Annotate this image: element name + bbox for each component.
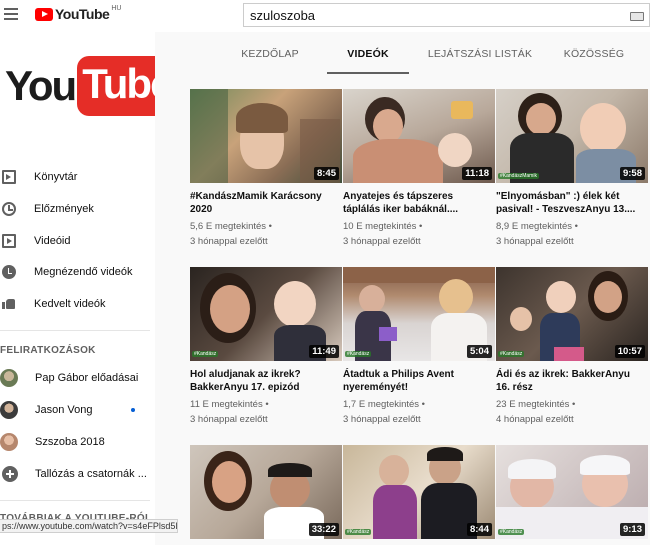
library-icon xyxy=(2,170,16,184)
video-duration: 10:57 xyxy=(614,345,645,358)
sidebar-item-library[interactable]: Könyvtár xyxy=(0,162,155,192)
video-duration: 9:58 xyxy=(619,167,645,180)
subscriptions-heading: FELIRATKOZÁSOK xyxy=(0,345,96,356)
menu-icon[interactable] xyxy=(4,8,18,20)
watch-later-icon xyxy=(2,265,16,279)
sidebar-item-label: Megnézendő videók xyxy=(34,266,133,278)
video-duration: 33:22 xyxy=(308,523,339,536)
tab-playlists[interactable]: LEJÁTSZÁSI LISTÁK xyxy=(425,32,535,74)
video-thumbnail[interactable]: #KandászMamik 9:58 xyxy=(496,89,648,183)
channel-banner-logo: You Tube xyxy=(5,54,155,118)
video-age: 4 hónappal ezelőtt xyxy=(496,414,574,425)
history-icon xyxy=(2,202,16,216)
video-age: 3 hónappal ezelőtt xyxy=(343,414,421,425)
your-videos-icon xyxy=(2,234,16,248)
avatar xyxy=(0,433,18,451)
video-thumbnail[interactable]: 33:22 xyxy=(190,445,342,539)
youtube-logo-text: YouTube xyxy=(55,6,110,22)
video-age: 3 hónappal ezelőtt xyxy=(190,414,268,425)
avatar xyxy=(0,369,18,387)
logo-you-text: You xyxy=(5,62,77,109)
video-thumbnail[interactable]: #Kandász 9:13 xyxy=(496,445,648,539)
video-title[interactable]: "Elnyomásban" :) élek két pasival! - Tes… xyxy=(496,190,646,216)
video-title[interactable]: Hol aludjanak az ikrek? BakkerAnyu 17. e… xyxy=(190,368,340,394)
video-thumbnail[interactable]: #Kandász 10:57 xyxy=(496,267,648,361)
search-input[interactable]: szuloszoba xyxy=(243,3,650,27)
youtube-play-icon xyxy=(35,7,53,21)
watermark: #Kandász xyxy=(192,351,219,357)
video-thumbnail[interactable]: 11:18 xyxy=(343,89,495,183)
sidebar-item-label: Előzmények xyxy=(34,203,94,215)
video-title[interactable]: Ádi és az ikrek: BakkerAnyu 16. rész xyxy=(496,368,646,394)
subscription-label: Szszoba 2018 xyxy=(35,436,105,448)
video-duration: 8:45 xyxy=(313,167,339,180)
sidebar-item-liked-videos[interactable]: Kedvelt videók xyxy=(0,289,155,319)
watermark: #KandászMamik xyxy=(498,173,539,179)
subscription-label: Jason Vong xyxy=(35,404,93,416)
video-views: 10 E megtekintés • xyxy=(343,221,423,232)
video-duration: 11:18 xyxy=(462,167,492,180)
sidebar-item-your-videos[interactable]: Videóid xyxy=(0,226,155,256)
video-title[interactable]: Átadtuk a Philips Avent nyereményét! xyxy=(343,368,493,394)
channel-content: KEZDŐLAP VIDEÓK LEJÁTSZÁSI LISTÁK KÖZÖSS… xyxy=(155,32,650,545)
watermark: #Kandász xyxy=(345,529,372,535)
video-views: 11 E megtekintés • xyxy=(190,399,269,410)
top-header: YouTube HU szuloszoba xyxy=(0,0,650,32)
video-title[interactable]: #KandászMamik Karácsony 2020 xyxy=(190,190,340,216)
tab-videos[interactable]: VIDEÓK xyxy=(327,32,409,74)
sidebar-item-label: Videóid xyxy=(34,235,71,247)
country-code: HU xyxy=(111,4,122,12)
subscription-label: Tallózás a csatornák ... xyxy=(35,468,147,480)
sidebar-item-label: Könyvtár xyxy=(34,171,78,183)
tab-community[interactable]: KÖZÖSSÉG xyxy=(555,32,633,74)
video-views: 23 E megtekintés • xyxy=(496,399,576,410)
video-views: 1,7 E megtekintés • xyxy=(343,399,426,410)
tab-home[interactable]: KEZDŐLAP xyxy=(235,32,305,74)
subscription-label: Pap Gábor előadásai xyxy=(35,372,139,384)
subscription-item[interactable]: Pap Gábor előadásai xyxy=(0,363,155,393)
sidebar-divider xyxy=(0,330,150,331)
sidebar-item-history[interactable]: Előzmények xyxy=(0,194,155,224)
video-thumbnail[interactable]: 8:45 xyxy=(190,89,342,183)
video-age: 3 hónappal ezelőtt xyxy=(496,236,574,247)
sidebar-item-watch-later[interactable]: Megnézendő videók xyxy=(0,257,155,287)
video-age: 3 hónappal ezelőtt xyxy=(343,236,421,247)
sidebar-item-label: Kedvelt videók xyxy=(34,298,106,310)
video-thumbnail[interactable]: #Kandász 5:04 xyxy=(343,267,495,361)
video-duration: 9:13 xyxy=(619,523,645,536)
youtube-logo[interactable]: YouTube HU xyxy=(35,4,122,22)
keyboard-icon[interactable] xyxy=(630,12,644,21)
watermark: #Kandász xyxy=(498,529,525,535)
search-value: szuloszoba xyxy=(250,8,316,23)
channel-tabs: KEZDŐLAP VIDEÓK LEJÁTSZÁSI LISTÁK KÖZÖSS… xyxy=(155,32,650,74)
plus-icon xyxy=(2,466,18,482)
browse-channels-item[interactable]: Tallózás a csatornák ... xyxy=(0,459,155,489)
watermark: #Kandász xyxy=(498,351,525,357)
liked-videos-icon xyxy=(2,297,16,311)
video-thumbnail[interactable]: #Kandász 8:44 xyxy=(343,445,495,539)
video-views: 5,6 E megtekintés • xyxy=(190,221,273,232)
video-duration: 8:44 xyxy=(466,523,492,536)
video-views: 8,9 E megtekintés • xyxy=(496,221,579,232)
subscription-item[interactable]: Jason Vong xyxy=(0,395,155,425)
logo-tube-text: Tube xyxy=(77,56,155,116)
new-content-dot xyxy=(131,408,135,412)
watermark: #Kandász xyxy=(345,351,372,357)
status-bar-url: ps://www.youtube.com/watch?v=s4eFPlsd5lA xyxy=(0,519,178,533)
video-thumbnail[interactable]: #Kandász 11:49 xyxy=(190,267,342,361)
sidebar: You Tube Könyvtár Előzmények Videóid Meg… xyxy=(0,32,155,545)
video-title[interactable]: Anyatejes és tápszeres táplálás iker bab… xyxy=(343,190,493,216)
video-duration: 11:49 xyxy=(309,345,339,358)
video-duration: 5:04 xyxy=(466,345,492,358)
video-age: 3 hónappal ezelőtt xyxy=(190,236,268,247)
sidebar-divider xyxy=(0,500,150,501)
subscription-item[interactable]: Szszoba 2018 xyxy=(0,427,155,457)
avatar xyxy=(0,401,18,419)
